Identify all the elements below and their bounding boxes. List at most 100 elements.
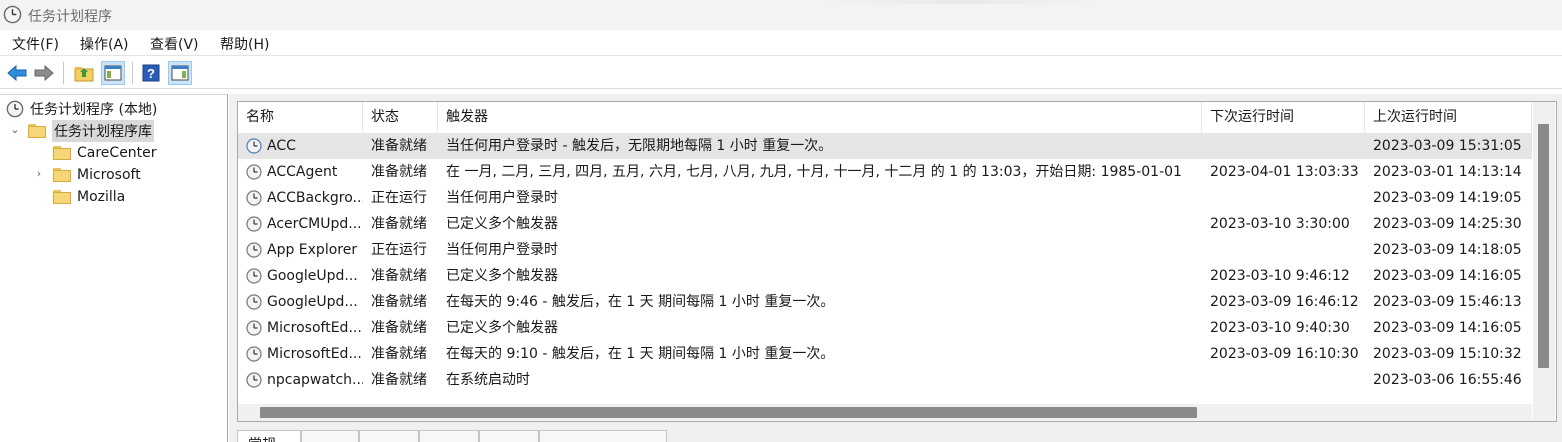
table-row[interactable]: ACC 准备就绪 当任何用户登录时 - 触发后，无限期地每隔 1 小时 重复一次… — [238, 133, 1532, 159]
show-hide-action-pane-button[interactable] — [168, 61, 192, 85]
task-status: 正在运行 — [371, 190, 427, 206]
tree-item-task-scheduler-library[interactable]: 任务计划程序库 — [28, 120, 154, 142]
detail-tabs: 常规 — [237, 430, 1557, 442]
task-trigger: 已定义多个触发器 — [446, 216, 558, 232]
task-clock-icon — [246, 138, 262, 154]
menu-file[interactable]: 文件(F) — [12, 34, 59, 54]
table-row[interactable]: MicrosoftEd... 准备就绪 在每天的 9:10 - 触发后，在 1 … — [238, 341, 1532, 367]
task-clock-icon — [246, 190, 262, 206]
task-last-run: 2023-03-09 15:10:32 — [1373, 346, 1522, 362]
up-folder-button[interactable] — [72, 61, 96, 85]
tab-conditions[interactable] — [419, 430, 479, 442]
forward-arrow-icon — [34, 65, 54, 81]
task-trigger: 已定义多个触发器 — [446, 320, 558, 336]
task-status: 准备就绪 — [371, 268, 427, 284]
tab-settings[interactable] — [479, 430, 539, 442]
tree-item-mozilla[interactable]: Mozilla — [53, 186, 125, 208]
column-header-name[interactable]: 名称 — [238, 102, 363, 132]
task-trigger: 在每天的 9:46 - 触发后，在 1 天 期间每隔 1 小时 重复一次。 — [446, 294, 835, 310]
table-row[interactable]: MicrosoftEd... 准备就绪 已定义多个触发器 2023-03-10 … — [238, 315, 1532, 341]
show-hide-console-tree-icon — [104, 65, 122, 81]
chevron-right-icon[interactable]: › — [34, 167, 44, 180]
task-next-run: 2023-03-10 9:40:30 — [1210, 320, 1350, 336]
help-button[interactable]: ? — [139, 61, 163, 85]
task-last-run: 2023-03-09 15:46:13 — [1373, 294, 1522, 310]
back-arrow-icon — [7, 65, 27, 81]
column-header-trigger[interactable]: 触发器 — [438, 102, 1202, 132]
menu-view[interactable]: 查看(V) — [150, 34, 199, 54]
task-name: ACC — [267, 138, 296, 154]
up-folder-icon — [74, 67, 94, 82]
table-row[interactable]: App Explorer 正在运行 当任何用户登录时 2023-03-09 14… — [238, 237, 1532, 263]
toolbar: ? — [0, 57, 1562, 89]
task-clock-icon — [246, 346, 262, 362]
task-last-run: 2023-03-09 14:16:05 — [1373, 320, 1522, 336]
table-row[interactable]: ACCAgent 准备就绪 在 一月, 二月, 三月, 四月, 五月, 六月, … — [238, 159, 1532, 185]
back-button[interactable] — [5, 61, 29, 85]
task-trigger: 在 一月, 二月, 三月, 四月, 五月, 六月, 七月, 八月, 九月, 十月… — [446, 164, 1182, 180]
menu-help[interactable]: 帮助(H) — [220, 34, 269, 54]
task-next-run: 2023-04-01 13:03:33 — [1210, 164, 1359, 180]
task-clock-icon — [246, 216, 262, 232]
tab-history[interactable] — [539, 430, 667, 442]
task-name: ACCAgent — [267, 164, 338, 180]
forward-button[interactable] — [32, 61, 56, 85]
table-row[interactable]: GoogleUpd... 准备就绪 已定义多个触发器 2023-03-10 9:… — [238, 263, 1532, 289]
horizontal-scrollbar[interactable] — [238, 404, 1532, 421]
menu-action[interactable]: 操作(A) — [80, 34, 129, 54]
task-clock-icon — [246, 372, 262, 388]
horizontal-scroll-thumb[interactable] — [260, 407, 1197, 418]
help-icon: ? — [142, 64, 160, 82]
task-clock-icon — [246, 164, 262, 180]
table-row[interactable]: GoogleUpd... 准备就绪 在每天的 9:46 - 触发后，在 1 天 … — [238, 289, 1532, 315]
tab-general[interactable]: 常规 — [237, 430, 301, 442]
task-clock-icon — [246, 242, 262, 258]
show-hide-action-pane-icon — [171, 65, 189, 81]
task-trigger: 当任何用户登录时 — [446, 190, 558, 206]
title-bar: 任务计划程序 — [0, 0, 1562, 30]
tree-item-label: CareCenter — [77, 145, 157, 161]
table-row[interactable]: ACCBackgro... 正在运行 当任何用户登录时 2023-03-09 1… — [238, 185, 1532, 211]
task-name: npcapwatch... — [267, 372, 363, 388]
tab-triggers[interactable] — [301, 430, 359, 442]
task-trigger: 在系统启动时 — [446, 372, 530, 388]
toolbar-separator — [63, 62, 64, 84]
tree-item-label: 任务计划程序库 — [52, 120, 154, 142]
vertical-scrollbar[interactable] — [1533, 102, 1555, 404]
task-trigger: 当任何用户登录时 — [446, 242, 558, 258]
task-scheduler-clock-icon — [3, 5, 22, 24]
tree-item-task-scheduler-local[interactable]: 任务计划程序 (本地) — [6, 98, 157, 120]
task-last-run: 2023-03-09 14:19:05 — [1373, 190, 1522, 206]
column-header-last-run[interactable]: 上次运行时间 — [1365, 102, 1532, 132]
folder-icon — [53, 168, 71, 182]
task-trigger: 在每天的 9:10 - 触发后，在 1 天 期间每隔 1 小时 重复一次。 — [446, 346, 835, 362]
tree-item-carecenter[interactable]: CareCenter — [53, 142, 157, 164]
task-name: App Explorer — [267, 242, 358, 258]
task-next-run: 2023-03-10 3:30:00 — [1210, 216, 1350, 232]
vertical-scroll-thumb[interactable] — [1538, 124, 1549, 368]
task-next-run: 2023-03-09 16:46:12 — [1210, 294, 1359, 310]
toolbar-separator — [132, 62, 133, 84]
folder-icon — [53, 190, 71, 204]
task-trigger: 当任何用户登录时 - 触发后，无限期地每隔 1 小时 重复一次。 — [446, 138, 833, 154]
task-status: 准备就绪 — [371, 138, 427, 154]
task-trigger: 已定义多个触发器 — [446, 268, 558, 284]
chevron-down-icon[interactable]: ⌄ — [10, 123, 20, 136]
task-last-run: 2023-03-09 15:31:05 — [1373, 138, 1522, 154]
task-clock-icon — [246, 320, 262, 336]
window-title: 任务计划程序 — [28, 9, 112, 25]
task-next-run — [1210, 237, 1365, 263]
task-status: 准备就绪 — [371, 346, 427, 362]
tree-item-microsoft[interactable]: Microsoft — [53, 164, 141, 186]
column-header-next-run[interactable]: 下次运行时间 — [1202, 102, 1365, 132]
task-next-run — [1210, 367, 1365, 393]
task-next-run: 2023-03-10 9:46:12 — [1210, 268, 1350, 284]
show-hide-console-tree-button[interactable] — [101, 61, 125, 85]
task-status: 正在运行 — [371, 242, 427, 258]
column-header-status[interactable]: 状态 — [363, 102, 438, 132]
task-name: ACCBackgro... — [267, 190, 363, 206]
tab-actions[interactable] — [359, 430, 419, 442]
task-clock-icon — [246, 294, 262, 310]
table-row[interactable]: AcerCMUpd... 准备就绪 已定义多个触发器 2023-03-10 3:… — [238, 211, 1532, 237]
table-row[interactable]: npcapwatch... 准备就绪 在系统启动时 2023-03-06 16:… — [238, 367, 1532, 393]
